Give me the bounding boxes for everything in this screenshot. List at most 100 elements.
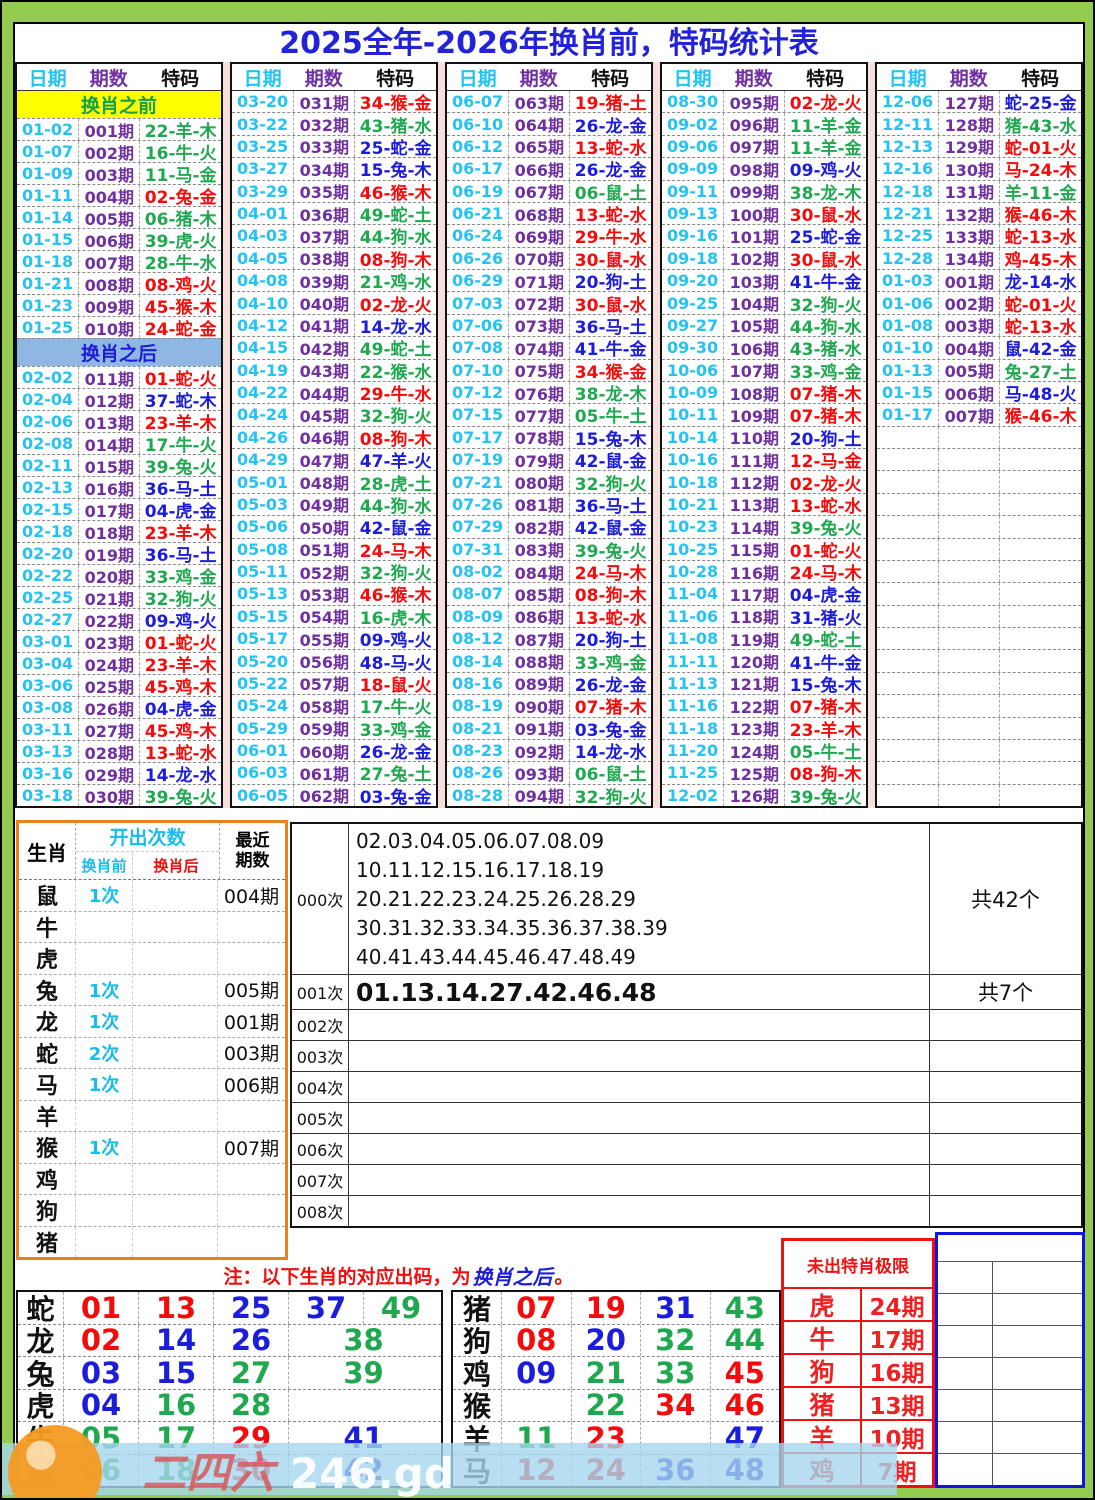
draw-date: 02-08: [22, 434, 74, 453]
draw-period: 036期: [293, 202, 354, 225]
frequency-total: 共7个: [929, 975, 1081, 1009]
draw-date: 11-25: [667, 763, 719, 783]
draw-row: [877, 582, 1081, 605]
draw-row: 07-26 081期 36-马-土: [447, 492, 651, 516]
draw-row: [877, 738, 1081, 762]
stats-zodiac: 虎: [19, 943, 76, 974]
zodiac-number: 01: [63, 1292, 138, 1324]
header-date: 日期: [673, 67, 712, 90]
draw-row: 03-13 028期 13-蛇-水: [17, 740, 221, 762]
draw-date: 01-07: [22, 142, 74, 161]
draw-code: [999, 583, 1081, 605]
draw-row: 08-12 087期 20-狗-土: [447, 627, 651, 650]
draw-period: 056期: [293, 650, 354, 672]
draw-row: 07-15 077期 05-牛-土: [447, 403, 651, 426]
draw-table-1: 日期 期数 特码 换肖之前 01-02 001期 22-羊-木 01-07 00…: [15, 62, 223, 808]
draw-code: 32-狗-火: [569, 471, 651, 493]
draw-row: 02-25 021期 32-狗-火: [17, 586, 221, 608]
draw-period: 018期: [78, 521, 139, 542]
draw-row: 08-16 089期 26-龙-金: [447, 671, 651, 695]
stats-header-before: 换肖前: [76, 851, 133, 879]
draw-period: 062期: [293, 784, 354, 806]
draw-period: [938, 560, 999, 583]
header-period: 期数: [89, 67, 128, 90]
draw-row: [877, 783, 1081, 806]
draw-code: [999, 695, 1081, 717]
draw-period: 006期: [938, 381, 999, 404]
draw-period: 080期: [508, 471, 569, 493]
limit-periods: 17期: [869, 1327, 925, 1354]
draw-date: [877, 673, 938, 694]
draw-code: 44-狗-水: [784, 314, 866, 337]
empty-grid-box: [935, 1232, 1085, 1488]
draw-row: 07-31 083期 39-兔-火: [447, 537, 651, 560]
draw-date: 01-13: [882, 360, 934, 380]
draw-code: 32-狗-火: [354, 560, 436, 583]
draw-date: 03-04: [22, 654, 74, 673]
draw-code: 29-牛-水: [354, 381, 436, 404]
recent-line2: 期数: [235, 851, 270, 871]
empty-cell: [938, 1454, 993, 1485]
zodiac-number: 20: [570, 1324, 641, 1356]
draw-row: 09-18 102期 30-鼠-水: [662, 246, 866, 269]
zodiac-name: 猪: [462, 1292, 491, 1326]
zodiac-number: 09: [501, 1357, 571, 1389]
watermark-text: 二四六 246.gd: [142, 1437, 454, 1498]
draw-row: 02-22 020期 33-鸡-金: [17, 564, 221, 586]
draw-period: 041期: [293, 314, 354, 337]
zodiac-number: 39: [288, 1357, 438, 1389]
frequency-label: 002次: [292, 1010, 349, 1040]
limit-periods: 24期: [869, 1294, 925, 1321]
draw-date: 01-17: [882, 405, 934, 425]
note-prefix: 注：以下生肖的对应出码，为: [223, 1265, 471, 1288]
draw-date: 05-22: [237, 673, 289, 693]
draw-code: 36-马-土: [139, 543, 221, 564]
draw-date: 04-01: [237, 204, 289, 224]
draw-period: 042期: [293, 337, 354, 359]
stats-row: 猴 1次 007期: [19, 1131, 285, 1163]
frequency-row-000: 000次 02.03.04.05.06.07.08.09 10.11.12.15…: [292, 824, 1081, 974]
draw-row: 03-04 024期 23-羊-木: [17, 652, 221, 674]
draw-period: 130期: [938, 158, 999, 180]
draw-date: 08-02: [452, 562, 504, 582]
draw-code: 30-鼠-水: [784, 202, 866, 225]
draw-row: 09-30 106期 43-猪-水: [662, 336, 866, 359]
draw-row: 09-09 098期 09-鸡-火: [662, 157, 866, 180]
draw-date: [877, 516, 938, 537]
draw-period: 095期: [723, 91, 784, 113]
stats-zodiac: 羊: [19, 1100, 76, 1131]
draw-date: 05-15: [237, 606, 289, 626]
draw-row: 05-17 055期 09-鸡-火: [232, 627, 436, 650]
zodiac-number: 25: [213, 1292, 288, 1324]
draw-row: 02-18 018期 23-羊-木: [17, 520, 221, 542]
draw-period: 039期: [293, 270, 354, 292]
draw-period: 031期: [293, 91, 354, 113]
draw-table-3: 日期 期数 特码 06-07 063期 19-猪-土 06-10 064期 26…: [445, 62, 653, 808]
draw-code: 08-鸡-火: [139, 273, 221, 294]
draw-code: 02-龙-火: [354, 292, 436, 314]
zodiac-number: 16: [138, 1389, 213, 1421]
draw-date: 01-14: [22, 208, 74, 227]
table-header: 日期 期数 特码: [877, 64, 1081, 91]
draw-period: 110期: [723, 426, 784, 448]
zodiac-number: [288, 1389, 438, 1421]
draw-code: 13-蛇-水: [569, 135, 651, 158]
draw-period: 011期: [78, 367, 139, 388]
draw-period: 117期: [723, 583, 784, 605]
draw-date: 07-17: [452, 427, 504, 447]
draw-period: [938, 650, 999, 672]
draw-date: 02-04: [22, 390, 74, 409]
draw-date: 12-13: [882, 136, 934, 156]
draw-period: 014期: [78, 433, 139, 454]
draw-row: 03-08 026期 04-虎-金: [17, 696, 221, 718]
recent-line1: 最近: [235, 830, 270, 851]
draw-date: 07-21: [452, 472, 504, 492]
stats-recent-period: [218, 1101, 285, 1132]
draw-code: 08-狗-木: [569, 583, 651, 605]
draw-date: 07-31: [452, 539, 504, 559]
draw-date: 06-24: [452, 226, 504, 246]
watermark-site: 246.gd: [290, 1449, 454, 1498]
draw-period: 083期: [508, 538, 569, 560]
stats-recent-period: 004期: [223, 885, 280, 908]
frequency-total: [929, 1010, 1081, 1040]
